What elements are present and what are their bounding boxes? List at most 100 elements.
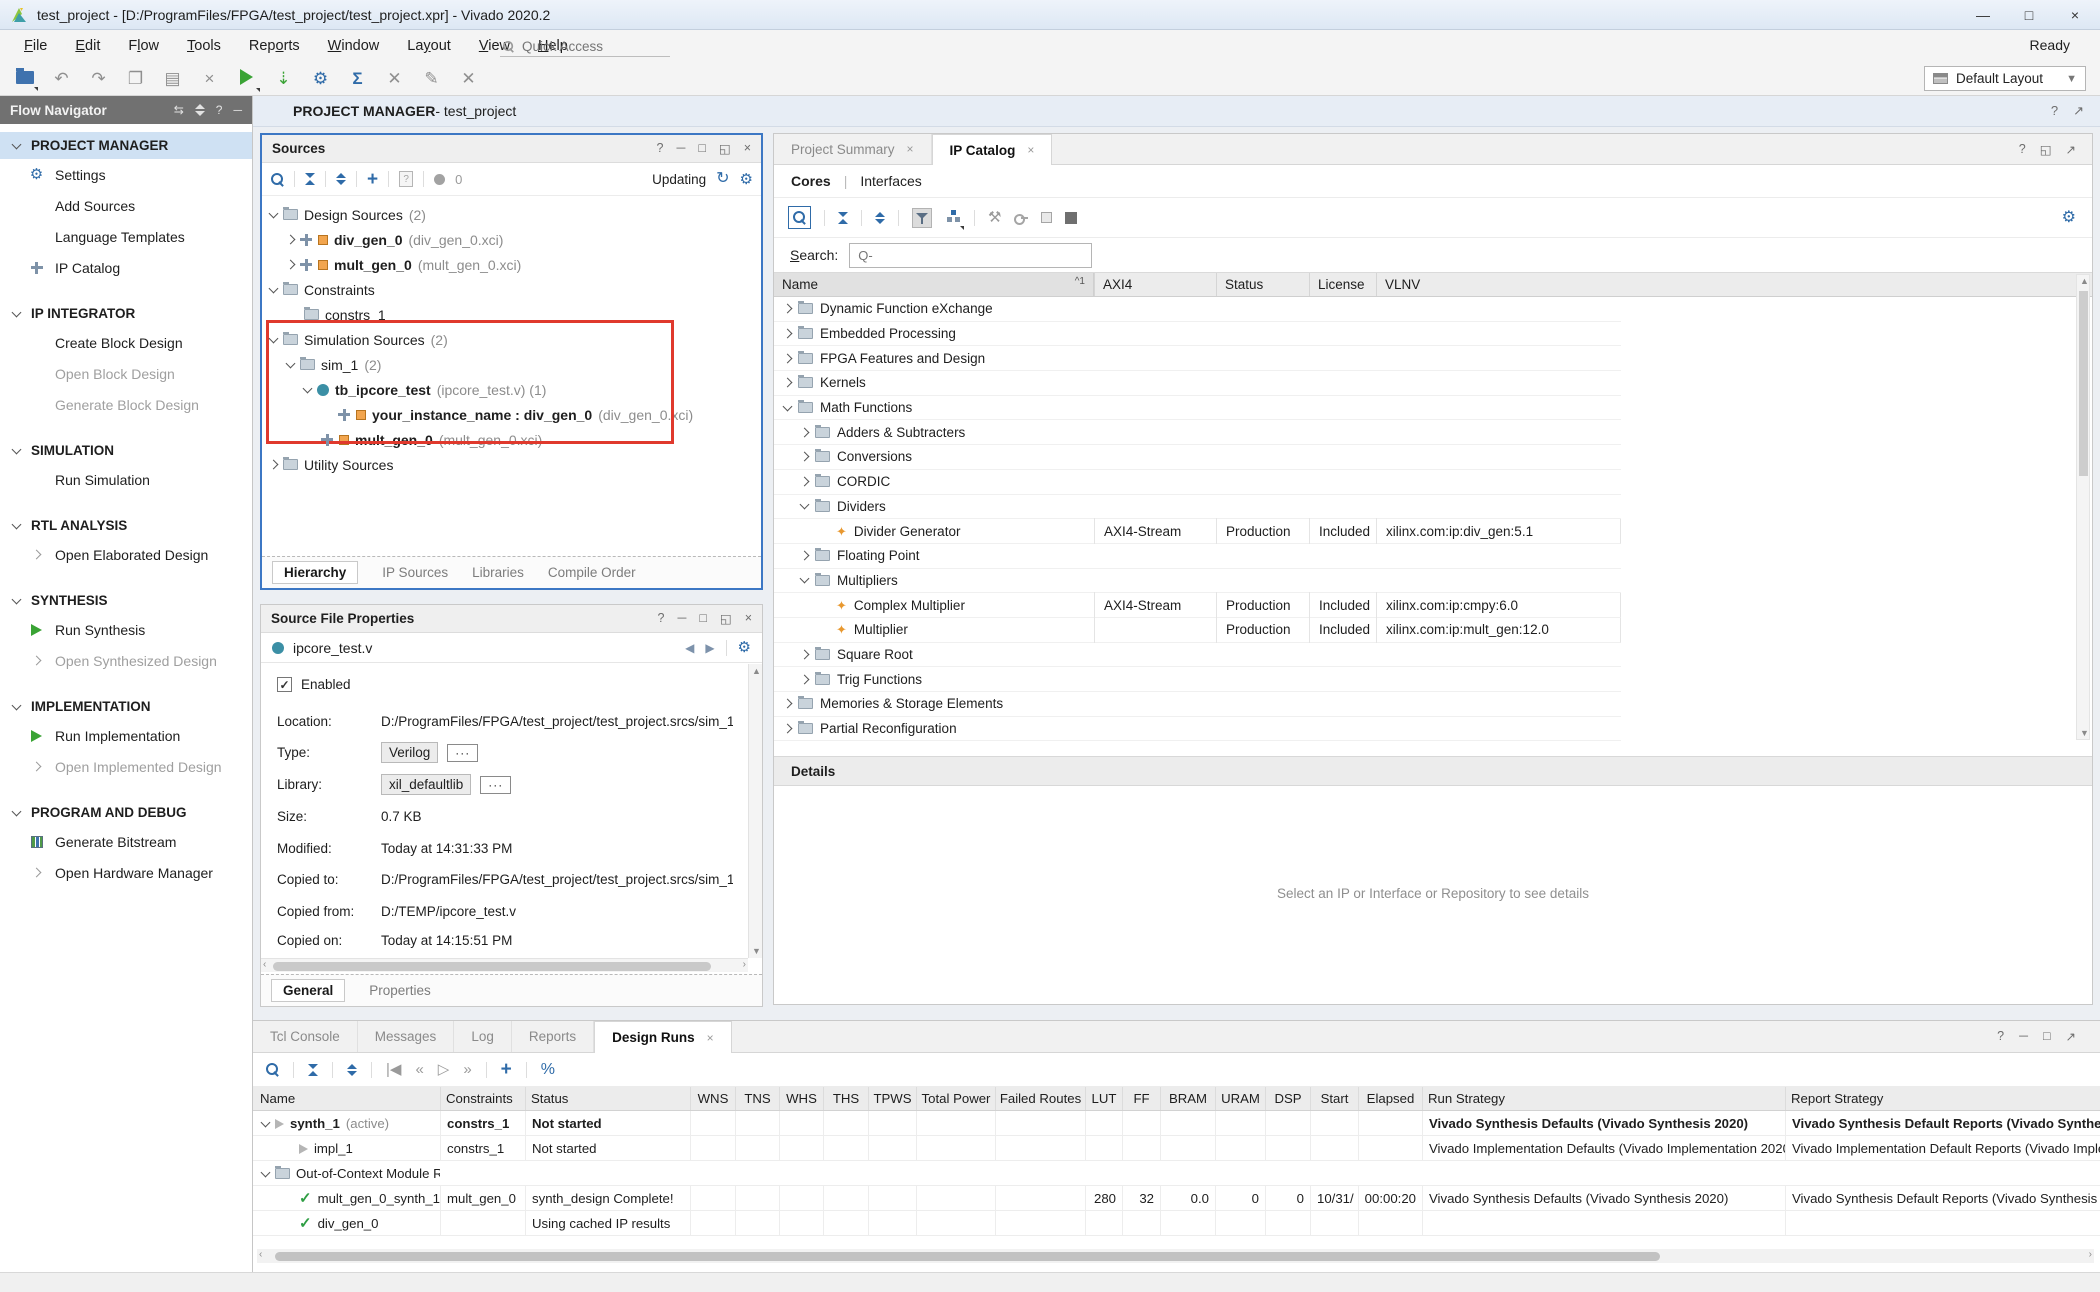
- nav-item-run-simulation[interactable]: Run Simulation: [0, 464, 252, 495]
- column-header-ths[interactable]: THS: [823, 1087, 868, 1110]
- chevron-down-icon[interactable]: [286, 358, 296, 368]
- create-run-icon[interactable]: +: [501, 1060, 512, 1079]
- group-by-icon[interactable]: [945, 210, 961, 226]
- chevron-down-icon[interactable]: [261, 1117, 271, 1127]
- close-panel-icon[interactable]: ×: [745, 611, 752, 626]
- sources-tab-ip-sources[interactable]: IP Sources: [382, 565, 448, 580]
- scroll-left-icon[interactable]: ‹: [263, 959, 266, 970]
- expand-all-icon[interactable]: [336, 173, 346, 185]
- source-tree-item-mult-gen-0[interactable]: mult_gen_0 (mult_gen_0.xci): [262, 427, 761, 452]
- maximize-button[interactable]: □: [2006, 0, 2052, 29]
- paste-icon[interactable]: ▤: [162, 70, 183, 87]
- column-header-whs[interactable]: WHS: [779, 1087, 823, 1110]
- close-icon[interactable]: ×: [707, 1031, 714, 1045]
- chevron-down-icon[interactable]: [12, 139, 22, 149]
- catalog-item-fpga-features-and-design[interactable]: FPGA Features and Design: [774, 346, 1621, 371]
- column-header-axi4[interactable]: AXI4: [1094, 273, 1216, 296]
- edit-pencil-icon[interactable]: ✎: [421, 70, 442, 87]
- catalog-item-conversions[interactable]: Conversions: [774, 445, 1621, 470]
- chevron-right-icon[interactable]: [800, 477, 810, 487]
- settings-gear-icon[interactable]: ⚙: [310, 70, 331, 87]
- column-header-ff[interactable]: FF: [1122, 1087, 1160, 1110]
- chevron-right-icon[interactable]: [286, 235, 296, 245]
- nav-item-language-templates[interactable]: Language Templates: [0, 221, 252, 252]
- scroll-right-icon[interactable]: ›: [2089, 1249, 2092, 1260]
- nav-item-open-implemented-design[interactable]: Open Implemented Design: [0, 751, 252, 782]
- documentation-icon[interactable]: ?: [399, 171, 413, 187]
- nav-item-run-synthesis[interactable]: Run Synthesis: [0, 614, 252, 645]
- close-panel-icon[interactable]: ×: [744, 141, 751, 156]
- catalog-item-complex-multiplier[interactable]: ✦Complex MultiplierAXI4-StreamProduction…: [774, 593, 1621, 618]
- sources-tab-libraries[interactable]: Libraries: [472, 565, 524, 580]
- chevron-down-icon[interactable]: [12, 806, 22, 816]
- close-icon[interactable]: ×: [1027, 143, 1034, 157]
- column-header-lut[interactable]: LUT: [1085, 1087, 1122, 1110]
- vertical-scrollbar[interactable]: ▲ ▼: [748, 664, 762, 958]
- scrollbar-thumb[interactable]: [275, 1252, 1660, 1261]
- chevron-down-icon[interactable]: [12, 307, 22, 317]
- scroll-left-icon[interactable]: ‹: [259, 1249, 262, 1260]
- catalog-item-square-root[interactable]: Square Root: [774, 643, 1621, 668]
- run-row-impl-1[interactable]: impl_1constrs_1Not startedVivado Impleme…: [253, 1136, 2100, 1161]
- scroll-up-icon[interactable]: ▲: [2080, 276, 2089, 286]
- chevron-down-icon[interactable]: [12, 519, 22, 529]
- menu-edit[interactable]: Edit: [61, 38, 114, 54]
- catalog-item-dividers[interactable]: Dividers: [774, 495, 1621, 520]
- source-tree-item-simulation-sources[interactable]: Simulation Sources (2): [262, 327, 761, 352]
- source-tree-item-mult-gen-0[interactable]: mult_gen_0 (mult_gen_0.xci): [262, 252, 761, 277]
- abort-icon[interactable]: ✕: [458, 70, 479, 87]
- catalog-search-input[interactable]: [849, 243, 1092, 268]
- quick-access-search[interactable]: [500, 36, 670, 57]
- menu-file[interactable]: File: [10, 38, 61, 54]
- run-button[interactable]: [236, 69, 257, 88]
- column-header-run-strategy[interactable]: Run Strategy: [1422, 1087, 1785, 1110]
- step-forward-icon[interactable]: »: [463, 1062, 471, 1077]
- search-icon[interactable]: [788, 206, 811, 229]
- vertical-scrollbar[interactable]: ▲ ▼: [2076, 274, 2090, 740]
- column-header-total-power[interactable]: Total Power: [916, 1087, 995, 1110]
- field-value-input[interactable]: Verilog: [381, 742, 438, 763]
- catalog-item-partial-reconfiguration[interactable]: Partial Reconfiguration: [774, 717, 1621, 742]
- horizontal-scrollbar[interactable]: ‹ ›: [257, 1249, 2094, 1263]
- column-header-elapsed[interactable]: Elapsed: [1358, 1087, 1422, 1110]
- float-panel-icon[interactable]: ◱: [2040, 142, 2052, 157]
- sfp-tab-properties[interactable]: Properties: [369, 983, 431, 998]
- chevron-down-icon[interactable]: [800, 574, 810, 584]
- catalog-item-cordic[interactable]: CORDIC: [774, 470, 1621, 495]
- run-row-out-of-context-module-runs[interactable]: Out-of-Context Module Runs: [253, 1161, 2100, 1186]
- chevron-right-icon[interactable]: [800, 427, 810, 437]
- chevron-down-icon[interactable]: [800, 500, 810, 510]
- column-header-vlnv[interactable]: VLNV: [1376, 273, 1621, 296]
- float-panel-icon[interactable]: ↗: [2066, 1029, 2076, 1044]
- nav-section-project-manager[interactable]: PROJECT MANAGER: [0, 132, 252, 159]
- layout-selector[interactable]: Default Layout ▼: [1924, 66, 2086, 91]
- field-value-input[interactable]: xil_defaultlib: [381, 774, 471, 795]
- sfp-tab-general[interactable]: General: [271, 979, 345, 1002]
- nav-section-rtl-analysis[interactable]: RTL ANALYSIS: [0, 512, 252, 539]
- view-cores[interactable]: Cores: [791, 173, 831, 189]
- menu-flow[interactable]: Flow: [114, 38, 173, 54]
- source-tree-item-constrs-1[interactable]: constrs_1: [262, 302, 761, 327]
- minimize-button[interactable]: —: [1960, 0, 2006, 29]
- search-icon[interactable]: [271, 173, 284, 186]
- run-row-mult-gen-0-synth-1[interactable]: ✓mult_gen_0_synth_1mult_gen_0synth_desig…: [253, 1186, 2100, 1211]
- column-header-uram[interactable]: URAM: [1215, 1087, 1265, 1110]
- column-header-status[interactable]: Status: [525, 1087, 690, 1110]
- chevron-right-icon[interactable]: [783, 304, 793, 314]
- tab-project-summary[interactable]: Project Summary×: [774, 134, 932, 164]
- catalog-item-trig-functions[interactable]: Trig Functions: [774, 667, 1621, 692]
- nav-item-add-sources[interactable]: Add Sources: [0, 190, 252, 221]
- dock-icon[interactable]: ⇆: [174, 103, 184, 117]
- column-header-failed-routes[interactable]: Failed Routes: [995, 1087, 1085, 1110]
- chevron-down-icon[interactable]: [261, 1167, 271, 1177]
- search-icon[interactable]: [266, 1063, 279, 1076]
- help-icon[interactable]: ?: [1997, 1029, 2004, 1044]
- refresh-icon[interactable]: ↻: [716, 171, 729, 187]
- tab-ip-catalog[interactable]: IP Catalog×: [932, 134, 1053, 165]
- column-header-dsp[interactable]: DSP: [1265, 1087, 1310, 1110]
- tab-messages[interactable]: Messages: [358, 1021, 455, 1052]
- nav-section-implementation[interactable]: IMPLEMENTATION: [0, 693, 252, 720]
- help-icon[interactable]: ?: [657, 141, 664, 156]
- source-tree-item-your-instance-name-div-gen-0[interactable]: your_instance_name : div_gen_0 (div_gen_…: [262, 402, 761, 427]
- catalog-item-embedded-processing[interactable]: Embedded Processing: [774, 322, 1621, 347]
